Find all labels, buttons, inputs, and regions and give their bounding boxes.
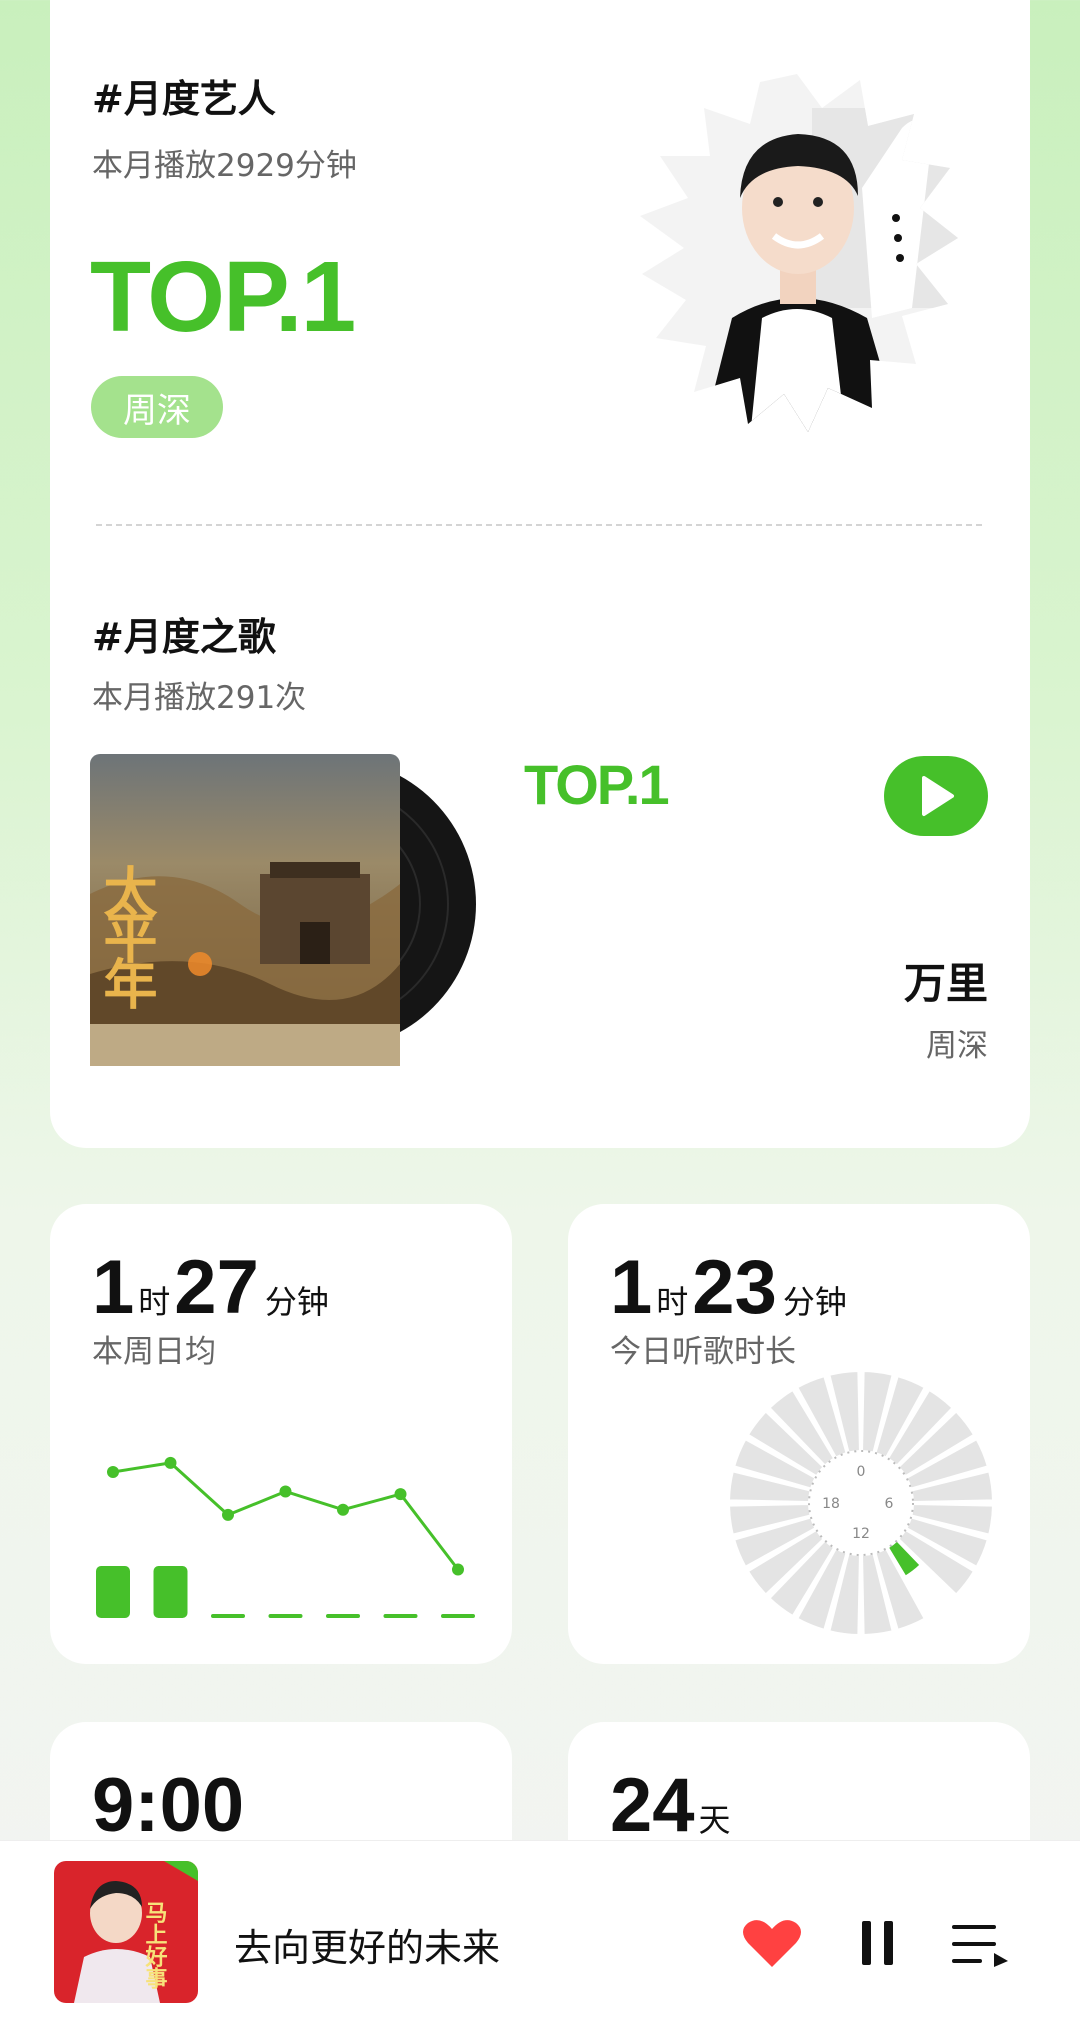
mini-player[interactable]: 马上好事 去向更好的未来 (0, 1840, 1080, 2037)
hourly-clock-chart: 0 6 12 18 (728, 1370, 994, 1636)
album-cover[interactable]: 太平年 (90, 754, 490, 1066)
artist-name-pill[interactable]: 周深 (91, 376, 223, 438)
week-point-6 (452, 1563, 464, 1576)
album-title-text: 太平年 (94, 864, 158, 1010)
week-bar-6 (441, 1614, 475, 1618)
monthly-song-title: #月度之歌 (92, 615, 276, 659)
song-rank: TOP.1 (524, 753, 670, 816)
monthly-song-subtitle: 本月播放291次 (92, 680, 307, 716)
today-hour-unit: 时 (656, 1283, 689, 1321)
play-icon (922, 776, 954, 816)
cover-text: 马上好事 (142, 1901, 169, 1989)
listening-days-value: 24 天 (610, 1762, 731, 1849)
week-bar-4 (326, 1614, 360, 1618)
pause-icon[interactable] (858, 1919, 898, 1967)
today-minute-unit: 分钟 (782, 1283, 847, 1321)
today-listening-card[interactable]: 1 时 23 分钟 今日听歌时长 0 6 12 18 (568, 1204, 1030, 1664)
week-point-0 (107, 1466, 119, 1478)
peak-time-value: 9:00 (92, 1763, 245, 1848)
playlist-icon[interactable] (950, 1921, 1010, 1967)
week-line (112, 1461, 460, 1571)
week-point-5 (394, 1488, 407, 1501)
now-playing-cover[interactable]: 马上好事 (54, 1861, 198, 2003)
week-bar-2 (211, 1614, 245, 1618)
monthly-report-card: #月度艺人 本月播放2929分钟 TOP.1 周深 #月度之歌 本月播放291次… (50, 0, 1030, 1148)
clock-label-6: 6 (885, 1496, 894, 1512)
clock-label-12: 12 (852, 1526, 870, 1542)
play-button[interactable] (884, 756, 988, 836)
week-bar-5 (383, 1614, 418, 1618)
weekly-listening-chart (96, 1456, 475, 1618)
clock-label-0: 0 (857, 1464, 866, 1480)
weekly-average-card[interactable]: 1 时 27 分钟 本周日均 (50, 1204, 512, 1664)
song-name[interactable]: 万里 (904, 950, 988, 1011)
monthly-artist-subtitle: 本月播放2929分钟 (92, 148, 357, 184)
artist-rank: TOP.1 (90, 241, 356, 353)
week-point-4 (337, 1503, 349, 1516)
clock-label-18: 18 (822, 1496, 840, 1512)
now-playing-title[interactable]: 去向更好的未来 (234, 1917, 500, 1972)
week-bar-0 (96, 1566, 130, 1618)
days-unit: 天 (698, 1801, 731, 1839)
week-point-2 (222, 1508, 234, 1521)
days-number: 24 (610, 1763, 695, 1848)
week-bar-3 (268, 1614, 303, 1618)
song-artist[interactable]: 周深 (926, 1020, 988, 1065)
artist-avatar[interactable] (632, 68, 962, 438)
week-bar-1 (153, 1566, 188, 1618)
section-divider (96, 524, 982, 526)
today-hours: 1 (610, 1245, 653, 1330)
week-point-3 (279, 1485, 292, 1498)
monthly-artist-title: #月度艺人 (92, 77, 276, 121)
today-listening-value: 1 时 23 分钟 (610, 1244, 847, 1331)
week-point-1 (164, 1456, 177, 1469)
today-listening-label: 今日听歌时长 (610, 1334, 796, 1370)
heart-icon[interactable] (742, 1917, 802, 1969)
today-minutes: 23 (692, 1245, 777, 1330)
